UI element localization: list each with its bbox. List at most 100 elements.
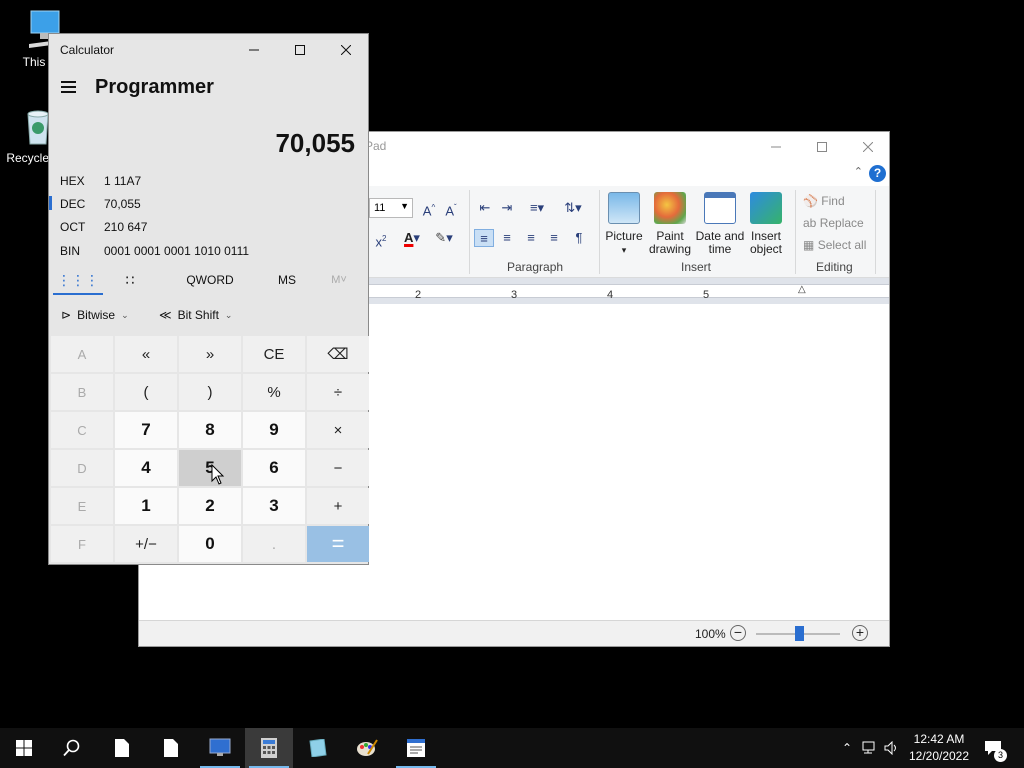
bit-toggle-tab[interactable]: ∷: [105, 266, 155, 294]
radix-dec[interactable]: DEC 70,055: [49, 193, 368, 215]
paint-drawing-button[interactable]: Paint drawing: [643, 192, 697, 256]
maximize-button[interactable]: [277, 34, 323, 66]
key-e[interactable]: E: [51, 488, 113, 524]
key-b[interactable]: B: [51, 374, 113, 410]
key-1[interactable]: 1: [115, 488, 177, 524]
taskbar-paint[interactable]: [343, 728, 391, 768]
close-button[interactable]: [323, 34, 369, 66]
key-divide[interactable]: ÷: [307, 374, 369, 410]
key-negate[interactable]: +/−: [115, 526, 177, 562]
indent-marker-icon[interactable]: △: [798, 284, 806, 295]
taskbar-file-2[interactable]: [147, 728, 195, 768]
taskbar-notepad[interactable]: [294, 728, 342, 768]
key-decimal[interactable]: .: [243, 526, 305, 562]
font-color-button[interactable]: A▾: [397, 229, 427, 247]
mode-title: Programmer: [95, 76, 214, 98]
bit-shift-dropdown[interactable]: ≪ Bit Shift ⌄: [159, 308, 232, 322]
superscript-button[interactable]: x2: [371, 230, 391, 249]
word-size-button[interactable]: QWORD: [175, 266, 245, 294]
align-center-button[interactable]: ≡: [497, 229, 517, 247]
key-7[interactable]: 7: [115, 412, 177, 448]
wordpad-icon: [407, 739, 425, 757]
key-0[interactable]: 0: [179, 526, 241, 562]
key-2[interactable]: 2: [179, 488, 241, 524]
radix-hex[interactable]: HEX 1 11A7: [49, 170, 368, 192]
memory-list-button[interactable]: M˅: [317, 266, 361, 294]
key-equals[interactable]: =: [307, 526, 369, 562]
key-add[interactable]: +: [307, 488, 369, 524]
taskbar-calculator[interactable]: [245, 728, 293, 768]
justify-button[interactable]: ≡: [544, 229, 564, 247]
align-left-button[interactable]: ≡: [474, 229, 494, 247]
key-right-shift[interactable]: »: [179, 336, 241, 372]
font-size-value: 11: [374, 202, 386, 214]
key-backspace[interactable]: ⌫: [307, 336, 369, 372]
search-button[interactable]: [48, 728, 96, 768]
replace-button[interactable]: ab Replace: [803, 216, 864, 230]
radix-bin[interactable]: BIN 0001 0001 0001 1010 0111: [49, 240, 368, 262]
key-5[interactable]: 5: [179, 450, 241, 486]
increase-indent-button[interactable]: ⇥: [497, 199, 517, 217]
search-icon: [63, 739, 80, 757]
taskbar-wordpad[interactable]: [392, 728, 440, 768]
close-button[interactable]: [845, 132, 891, 162]
key-open-paren[interactable]: (: [115, 374, 177, 410]
align-right-button[interactable]: ≡: [521, 229, 541, 247]
shrink-font-button[interactable]: Aˇ: [441, 199, 461, 218]
paragraph-settings-button[interactable]: ¶: [569, 229, 589, 247]
key-4[interactable]: 4: [115, 450, 177, 486]
zoom-in-icon[interactable]: +: [852, 625, 868, 641]
network-button[interactable]: [860, 728, 880, 768]
key-clear-entry[interactable]: CE: [243, 336, 305, 372]
key-percent[interactable]: %: [243, 374, 305, 410]
key-subtract[interactable]: −: [307, 450, 369, 486]
font-size-box[interactable]: 11 ▼: [369, 198, 413, 218]
minimize-icon: [771, 146, 781, 148]
clock[interactable]: 12:42 AM 12/20/2022: [900, 731, 978, 765]
memory-store-button[interactable]: MS: [265, 266, 309, 294]
taskbar-remote-desktop[interactable]: [196, 728, 244, 768]
radix-oct[interactable]: OCT 210 647: [49, 216, 368, 238]
maximize-button[interactable]: [799, 132, 845, 162]
key-8[interactable]: 8: [179, 412, 241, 448]
help-button[interactable]: ?: [869, 165, 886, 182]
show-hidden-icons-button[interactable]: ⌃: [838, 728, 856, 768]
bitwise-dropdown[interactable]: ⊳ Bitwise ⌄: [61, 308, 129, 322]
start-button[interactable]: [0, 728, 48, 768]
keypad-tab[interactable]: ⋮⋮⋮: [53, 266, 103, 294]
decrease-indent-button[interactable]: ⇤: [475, 199, 495, 217]
key-9[interactable]: 9: [243, 412, 305, 448]
key-c[interactable]: C: [51, 412, 113, 448]
date-time-label: Date and time: [695, 229, 745, 256]
insert-object-button[interactable]: Insert object: [739, 192, 793, 256]
key-3[interactable]: 3: [243, 488, 305, 524]
grow-font-button[interactable]: A^: [419, 199, 439, 218]
key-d[interactable]: D: [51, 450, 113, 486]
select-all-button[interactable]: ▦ Select all: [803, 238, 866, 252]
minimize-button[interactable]: [753, 132, 799, 162]
ruler-mark: 2: [415, 289, 422, 301]
key-multiply[interactable]: ×: [307, 412, 369, 448]
key-close-paren[interactable]: ): [179, 374, 241, 410]
find-label: Find: [821, 194, 845, 208]
taskbar-file-1[interactable]: [98, 728, 146, 768]
highlight-color-button[interactable]: ✎▾: [429, 229, 459, 247]
zoom-slider-thumb[interactable]: [795, 626, 804, 641]
volume-button[interactable]: [882, 728, 902, 768]
radix-name: HEX: [60, 174, 85, 188]
zoom-out-icon[interactable]: −: [730, 625, 746, 641]
replace-label: Replace: [819, 216, 864, 230]
key-6[interactable]: 6: [243, 450, 305, 486]
calculator-titlebar[interactable]: Calculator: [49, 34, 368, 66]
ribbon-collapse-icon[interactable]: ⌃: [854, 165, 863, 178]
key-left-shift[interactable]: «: [115, 336, 177, 372]
bullets-button[interactable]: ≡▾: [523, 199, 551, 217]
line-spacing-button[interactable]: ⇅▾: [559, 199, 587, 217]
find-button[interactable]: ⚾ Find: [803, 194, 845, 208]
key-f[interactable]: F: [51, 526, 113, 562]
action-center-button[interactable]: 3: [982, 728, 1007, 768]
hamburger-menu-icon[interactable]: [61, 78, 77, 94]
minimize-button[interactable]: [231, 34, 277, 66]
insert-object-label: Insert object: [749, 229, 783, 256]
key-a[interactable]: A: [51, 336, 113, 372]
